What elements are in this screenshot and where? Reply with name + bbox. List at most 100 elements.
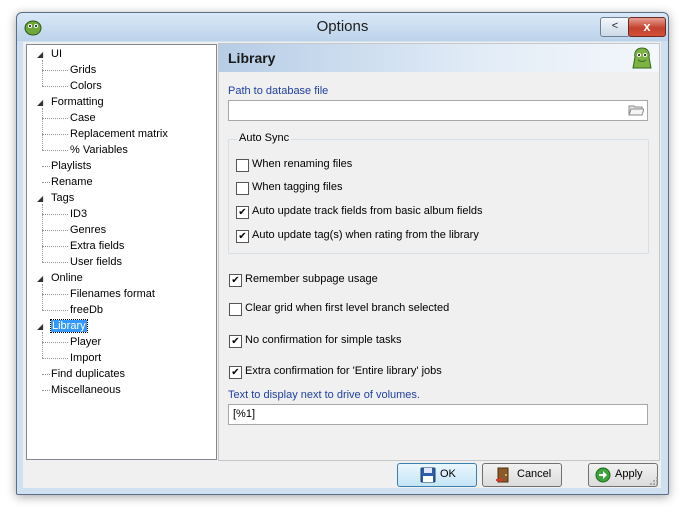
apply-button[interactable]: Apply	[588, 463, 658, 487]
tree-connector	[42, 310, 68, 311]
tree-item-label: Grids	[70, 64, 97, 76]
tree-item-rename[interactable]: Rename	[51, 174, 93, 190]
tree-connector	[42, 390, 50, 391]
title-bar[interactable]: Options < x	[17, 13, 668, 41]
tree-connector	[42, 374, 50, 375]
tree-item-grids[interactable]: Grids	[70, 62, 96, 78]
tree-item-label: Online	[51, 272, 83, 284]
tree-item-label: Extra fields	[70, 240, 125, 252]
checkbox-box[interactable]	[229, 303, 242, 316]
tree-expander-icon[interactable]: ◢	[37, 322, 43, 331]
tree-item-library[interactable]: Library	[50, 318, 88, 334]
tree-item-label: Colors	[70, 80, 102, 92]
drive-text-label: Text to display next to drive of volumes…	[228, 389, 420, 401]
tree-connector	[42, 70, 68, 71]
resize-grip[interactable]	[649, 476, 659, 486]
tree-connector	[42, 134, 68, 135]
checkmark-icon[interactable]: ✔	[229, 274, 242, 287]
checkbox-box[interactable]	[236, 159, 249, 172]
tree-connector	[42, 332, 43, 358]
tree-item-replacement-matrix[interactable]: Replacement matrix	[70, 126, 168, 142]
tree-item-label: % Variables	[70, 144, 128, 156]
tree-item-case[interactable]: Case	[70, 110, 96, 126]
checkbox-box[interactable]	[236, 182, 249, 195]
tree-connector	[42, 108, 43, 150]
ok-button[interactable]: OK	[397, 463, 477, 487]
tree-item-label: Formatting	[51, 96, 104, 108]
tree-item-label: Miscellaneous	[51, 384, 121, 396]
tree-item-tags[interactable]: Tags	[51, 190, 74, 206]
checkmark-icon[interactable]: ✔	[236, 206, 249, 219]
tree-connector	[42, 294, 68, 295]
tree-item-label: ID3	[70, 208, 88, 220]
checkbox-label: Extra confirmation for 'Entire library' …	[245, 365, 442, 377]
tree-item-label: Replacement matrix	[70, 128, 168, 140]
folder-icon[interactable]	[628, 103, 644, 117]
checkbox-label: When tagging files	[252, 181, 343, 193]
panel-header: Library	[219, 44, 659, 72]
tree-item-freedb[interactable]: freeDb	[70, 302, 103, 318]
tree-expander-icon[interactable]: ◢	[37, 50, 43, 59]
tree-connector	[42, 204, 43, 262]
tree-connector	[42, 182, 50, 183]
tree-item-playlists[interactable]: Playlists	[51, 158, 91, 174]
tree-expander-icon[interactable]: ◢	[37, 274, 43, 283]
mascot-icon	[632, 47, 652, 69]
tree-connector	[42, 246, 68, 247]
tree-item-colors[interactable]: Colors	[70, 78, 102, 94]
checkbox-label: Auto update tag(s) when rating from the …	[252, 229, 479, 241]
tree-connector	[42, 60, 43, 86]
tree-item-user-fields[interactable]: User fields	[70, 254, 122, 270]
minimize-button[interactable]: <	[600, 17, 630, 37]
db-path-label: Path to database file	[228, 85, 329, 97]
tree-item-label: Playlists	[51, 160, 92, 172]
close-button[interactable]: x	[628, 17, 666, 37]
arrow-icon	[595, 467, 611, 483]
checkbox-label: Auto update track fields from basic albu…	[252, 205, 483, 217]
tree-item-label: Player	[70, 336, 102, 348]
window-title: Options	[316, 18, 369, 35]
tree-connector	[42, 342, 68, 343]
tree-item-online[interactable]: Online	[51, 270, 83, 286]
tree-item-genres[interactable]: Genres	[70, 222, 106, 238]
tree-connector	[42, 230, 68, 231]
db-path-input[interactable]	[228, 100, 648, 121]
checkmark-icon[interactable]: ✔	[229, 335, 242, 348]
tree-item-ui[interactable]: UI	[51, 46, 62, 62]
tree-item-variables[interactable]: % Variables	[70, 142, 128, 158]
tree-connector	[42, 150, 68, 151]
tree-expander-icon[interactable]: ◢	[37, 194, 43, 203]
tree-item-player[interactable]: Player	[70, 334, 101, 350]
ok-button-label: OK	[440, 468, 456, 480]
tree-item-import[interactable]: Import	[70, 350, 101, 366]
tree-connector	[42, 214, 68, 215]
tree-item-miscellaneous[interactable]: Miscellaneous	[51, 382, 121, 398]
tree-connector	[42, 262, 68, 263]
dialog-client: ◢ UI Grids Colors ◢ Formatting Case Replacement…	[23, 42, 661, 488]
tree-item-filenames-format[interactable]: Filenames format	[70, 286, 155, 302]
door-icon	[496, 467, 509, 483]
drive-text-input[interactable]: [%1]	[228, 404, 648, 425]
tree-connector	[42, 86, 68, 87]
tree-item-formatting[interactable]: Formatting	[51, 94, 104, 110]
tree-item-label: Tags	[51, 192, 75, 204]
tree-connector	[42, 284, 43, 310]
tree-item-id3[interactable]: ID3	[70, 206, 87, 222]
tree-item-extra-fields[interactable]: Extra fields	[70, 238, 124, 254]
tree-item-label: Library	[50, 319, 88, 333]
tree-item-label: UI	[51, 48, 62, 60]
tree-item-label: Filenames format	[70, 288, 155, 300]
tree-item-label: Import	[70, 352, 102, 364]
tree-item-find-duplicates[interactable]: Find duplicates	[51, 366, 125, 382]
cancel-button[interactable]: Cancel	[482, 463, 562, 487]
tree-expander-icon[interactable]: ◢	[37, 98, 43, 107]
cancel-button-label: Cancel	[517, 468, 552, 480]
options-tree[interactable]: ◢ UI Grids Colors ◢ Formatting Case Replacement…	[26, 44, 217, 460]
tree-item-label: Genres	[70, 224, 107, 236]
floppy-icon	[420, 467, 436, 483]
checkmark-icon[interactable]: ✔	[236, 230, 249, 243]
tree-connector	[42, 166, 50, 167]
auto-sync-group: Auto Sync When renaming files When taggin…	[228, 132, 649, 254]
tree-item-label: Rename	[51, 176, 93, 188]
checkmark-icon[interactable]: ✔	[229, 366, 242, 379]
